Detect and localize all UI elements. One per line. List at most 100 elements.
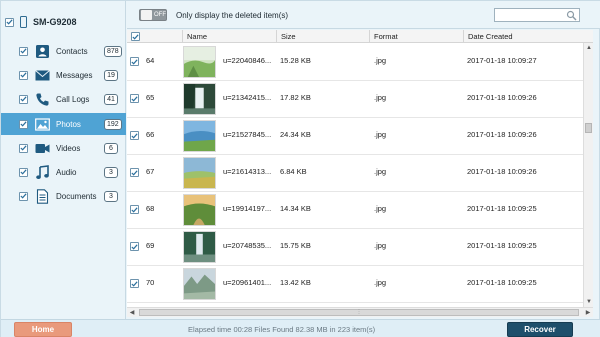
column-header-date-created[interactable]: Date Created [463, 30, 593, 43]
category-checkbox[interactable] [19, 94, 28, 104]
phone-handset-icon [35, 92, 50, 107]
phone-icon [20, 16, 27, 28]
recover-button[interactable]: Recover [507, 322, 573, 337]
table-row[interactable]: 65 u=21342415... 17.82 KB .jpg 2017-01-18 10… [127, 81, 593, 118]
sidebar-item-label: Messages [56, 70, 93, 80]
row-checkbox[interactable] [130, 205, 139, 214]
scroll-down-arrow-icon[interactable]: ▼ [584, 297, 594, 307]
file-name: u=20961401... [223, 278, 272, 287]
deleted-only-label: Only display the deleted item(s) [176, 11, 289, 20]
checkmark-icon [131, 206, 138, 213]
table-header: Name Size Format Date Created [127, 30, 593, 43]
checkmark-icon [131, 95, 138, 102]
row-id: 68 [146, 204, 155, 213]
toolbar: OFF Only display the deleted item(s) [127, 1, 600, 29]
row-checkbox[interactable] [130, 242, 139, 251]
select-all-checkbox[interactable] [131, 32, 140, 41]
scroll-up-arrow-icon[interactable]: ▲ [584, 43, 594, 53]
category-checkbox[interactable] [19, 191, 28, 201]
photo-thumbnail[interactable] [183, 46, 216, 78]
table-row[interactable]: 64 u=22040846... 15.28 KB .jpg 2017-01-18 10… [127, 44, 593, 81]
search-icon[interactable] [566, 10, 577, 21]
file-size: 13.42 KB [280, 278, 311, 287]
file-format: .jpg [374, 278, 387, 287]
home-button[interactable]: Home [14, 322, 72, 337]
sidebar-item-label: Contacts [56, 46, 88, 56]
category-checkbox[interactable] [19, 70, 28, 80]
table-row[interactable]: 66 u=21527845... 24.34 KB .jpg 2017-01-18 10… [127, 118, 593, 155]
contacts-icon [35, 44, 50, 59]
category-checkbox[interactable] [19, 46, 28, 56]
checkmark-icon [6, 19, 13, 25]
checkmark-icon [20, 145, 27, 151]
file-format: .jpg [374, 167, 387, 176]
sidebar-item-documents[interactable]: Documents 3 [1, 185, 126, 207]
photo-thumbnail[interactable] [183, 194, 216, 226]
row-id: 65 [146, 93, 155, 102]
status-text: Elapsed time 00:28 Files Found 82.38 MB … [188, 325, 376, 334]
file-size: 17.82 KB [280, 93, 311, 102]
count-badge: 3 [104, 166, 118, 178]
file-name: u=20748535... [223, 241, 272, 250]
sidebar-item-photos[interactable]: Photos 192 [1, 113, 126, 135]
table-row[interactable]: 70 u=20961401... 13.42 KB .jpg 2017-01-18 10… [127, 266, 593, 303]
file-format: .jpg [374, 241, 387, 250]
column-header-size[interactable]: Size [276, 30, 370, 43]
horizontal-scroll-thumb[interactable]: ⋮ [139, 309, 579, 316]
file-date-created: 2017-01-18 10:09:26 [467, 167, 537, 176]
row-checkbox[interactable] [130, 57, 139, 66]
category-checkbox[interactable] [19, 119, 28, 129]
video-camera-icon [35, 141, 50, 156]
column-header-name[interactable]: Name [182, 30, 276, 43]
row-checkbox[interactable] [130, 168, 139, 177]
device-row[interactable]: SM-G9208 [5, 14, 77, 30]
sidebar-item-videos[interactable]: Videos 6 [1, 137, 126, 159]
photo-thumbnail[interactable] [183, 268, 216, 300]
search-input[interactable] [495, 9, 563, 21]
photo-thumbnail[interactable] [183, 231, 216, 263]
row-id: 69 [146, 241, 155, 250]
row-checkbox[interactable] [130, 94, 139, 103]
table-row[interactable]: 69 u=20748535... 15.75 KB .jpg 2017-01-18 10… [127, 229, 593, 266]
sidebar-item-call-logs[interactable]: Call Logs 41 [1, 88, 126, 110]
file-date-created: 2017-01-18 10:09:25 [467, 204, 537, 213]
photo-thumbnail[interactable] [183, 120, 216, 152]
file-date-created: 2017-01-18 10:09:26 [467, 130, 537, 139]
toggle-state-label: OFF [154, 12, 166, 18]
row-checkbox[interactable] [130, 279, 139, 288]
file-format: .jpg [374, 204, 387, 213]
checkmark-icon [132, 33, 139, 40]
table-row[interactable]: 68 u=19914197... 14.34 KB .jpg 2017-01-18 10… [127, 192, 593, 229]
photo-thumbnail[interactable] [183, 157, 216, 189]
file-name: u=21614313... [223, 167, 272, 176]
checkmark-icon [20, 193, 27, 199]
vertical-scrollbar[interactable]: ▲ ▼ [583, 43, 593, 307]
scroll-right-arrow-icon[interactable]: ▶ [583, 308, 593, 317]
category-checkbox[interactable] [19, 143, 28, 153]
device-checkbox[interactable] [5, 17, 14, 27]
checkmark-icon [20, 121, 27, 127]
category-checkbox[interactable] [19, 167, 28, 177]
file-size: 15.75 KB [280, 241, 311, 250]
deleted-only-toggle[interactable]: OFF [139, 9, 167, 21]
file-date-created: 2017-01-18 10:09:27 [467, 56, 537, 65]
table-row[interactable]: 67 u=21614313... 6.84 KB .jpg 2017-01-18 10:… [127, 155, 593, 192]
count-badge: 19 [104, 69, 118, 81]
sidebar-item-audio[interactable]: Audio 3 [1, 161, 126, 183]
file-name: u=21527845... [223, 130, 272, 139]
photo-thumbnail[interactable] [183, 83, 216, 115]
row-id: 67 [146, 167, 155, 176]
checkmark-icon [131, 58, 138, 65]
column-header-format[interactable]: Format [369, 30, 463, 43]
checkmark-icon [131, 243, 138, 250]
sidebar-item-messages[interactable]: Messages 19 [1, 64, 126, 86]
horizontal-scrollbar[interactable]: ◀ ⋮ ▶ [127, 307, 593, 317]
sidebar-item-label: Documents [56, 191, 97, 201]
vertical-scroll-thumb[interactable] [585, 123, 592, 133]
checkmark-icon [131, 169, 138, 176]
row-checkbox[interactable] [130, 131, 139, 140]
sidebar-item-contacts[interactable]: Contacts 878 [1, 40, 126, 62]
scroll-left-arrow-icon[interactable]: ◀ [127, 308, 137, 317]
file-size: 15.28 KB [280, 56, 311, 65]
file-size: 24.34 KB [280, 130, 311, 139]
